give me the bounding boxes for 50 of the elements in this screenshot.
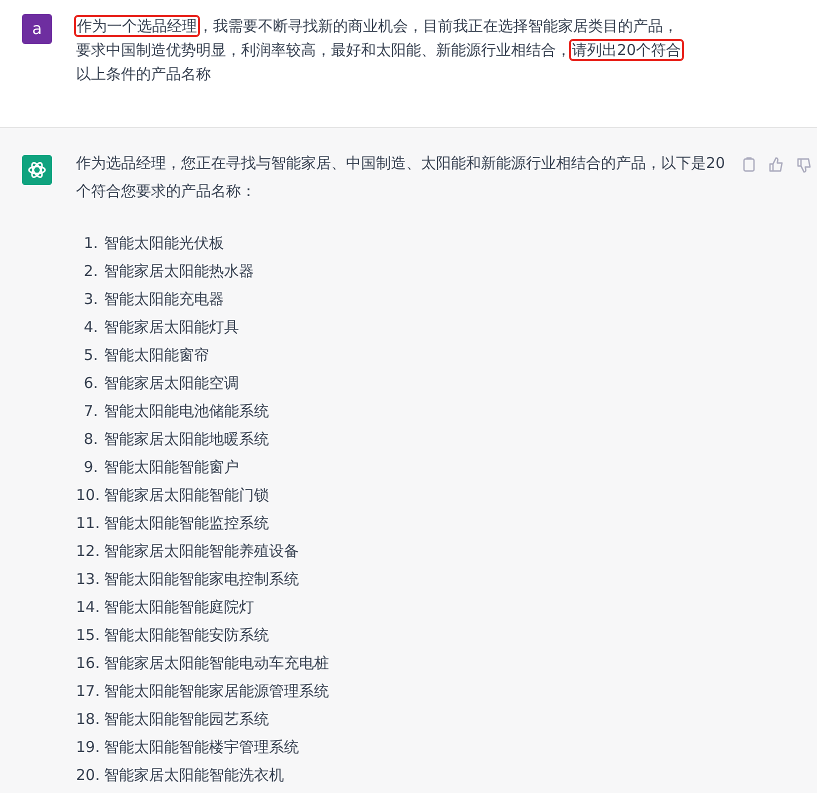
list-item: 智能太阳能智能家居能源管理系统 (104, 681, 329, 702)
list-number: 14. (76, 597, 98, 618)
list-number: 12. (76, 541, 98, 562)
list-item: 智能家居太阳能空调 (104, 373, 239, 394)
highlighted-text: 作为一个选品经理 (76, 17, 198, 35)
list-item: 智能太阳能充电器 (104, 289, 224, 310)
user-avatar: a (22, 14, 52, 44)
list-number: 18. (76, 709, 98, 730)
list-number: 16. (76, 653, 98, 674)
list-item: 智能家居太阳能灯具 (104, 317, 239, 338)
list-number: 6. (82, 373, 98, 394)
list-item: 智能太阳能智能监控系统 (104, 513, 269, 534)
message-text: 作为选品经理，您正在寻找与智能家居、中国制造、太阳能和新能源行业相结合的产品，以下是20个符合您要求的产品名称： (76, 153, 726, 202)
list-item: 智能家居太阳能智能洗衣机 (104, 765, 284, 786)
list-item: 智能家居太阳能智能电动车充电桩 (104, 653, 329, 674)
list-number: 7. (82, 401, 98, 422)
list-number: 2. (82, 261, 98, 282)
highlighted-text: 请列出20个符合 (571, 41, 682, 59)
message-text: 以上条件的产品名称 (76, 65, 211, 83)
list-item: 智能太阳能智能庭院灯 (104, 597, 254, 618)
list-item: 智能太阳能智能安防系统 (104, 625, 269, 646)
list-number: 10. (76, 485, 98, 506)
list-number: 19. (76, 737, 98, 758)
list-number: 4. (82, 317, 98, 338)
list-number: 11. (76, 513, 98, 534)
list-item: 智能太阳能智能园艺系统 (104, 709, 269, 730)
list-number: 5. (82, 345, 98, 366)
list-item: 智能太阳能智能楼宇管理系统 (104, 737, 299, 758)
list-number: 3. (82, 289, 98, 310)
list-item: 智能家居太阳能智能养殖设备 (104, 541, 299, 562)
thumbs-down-icon[interactable] (796, 156, 812, 174)
message-text: ，我需要不断寻找新的商业机会，目前我正在选择智能家居类目的产品， (198, 17, 678, 35)
list-item: 智能家居太阳能智能门锁 (104, 485, 269, 506)
list-item: 智能太阳能智能窗户 (104, 457, 239, 478)
assistant-logo-icon (22, 155, 52, 185)
thumbs-up-icon[interactable] (768, 156, 784, 174)
list-number: 20. (76, 765, 98, 786)
list-item: 智能太阳能电池储能系统 (104, 401, 269, 422)
list-item: 智能太阳能光伏板 (104, 233, 224, 254)
list-number: 17. (76, 681, 98, 702)
message-text: 要求中国制造优势明显，利润率较高，最好和太阳能、新能源行业相结合， (76, 41, 571, 59)
list-item: 智能家居太阳能热水器 (104, 261, 254, 282)
list-number: 13. (76, 569, 98, 590)
list-item: 智能太阳能智能家电控制系统 (104, 569, 299, 590)
list-number: 8. (82, 429, 98, 450)
list-number: 9. (82, 457, 98, 478)
list-item: 智能家居太阳能地暖系统 (104, 429, 269, 450)
list-item: 智能太阳能窗帘 (104, 345, 209, 366)
list-number: 1. (82, 233, 98, 254)
list-number: 15. (76, 625, 98, 646)
